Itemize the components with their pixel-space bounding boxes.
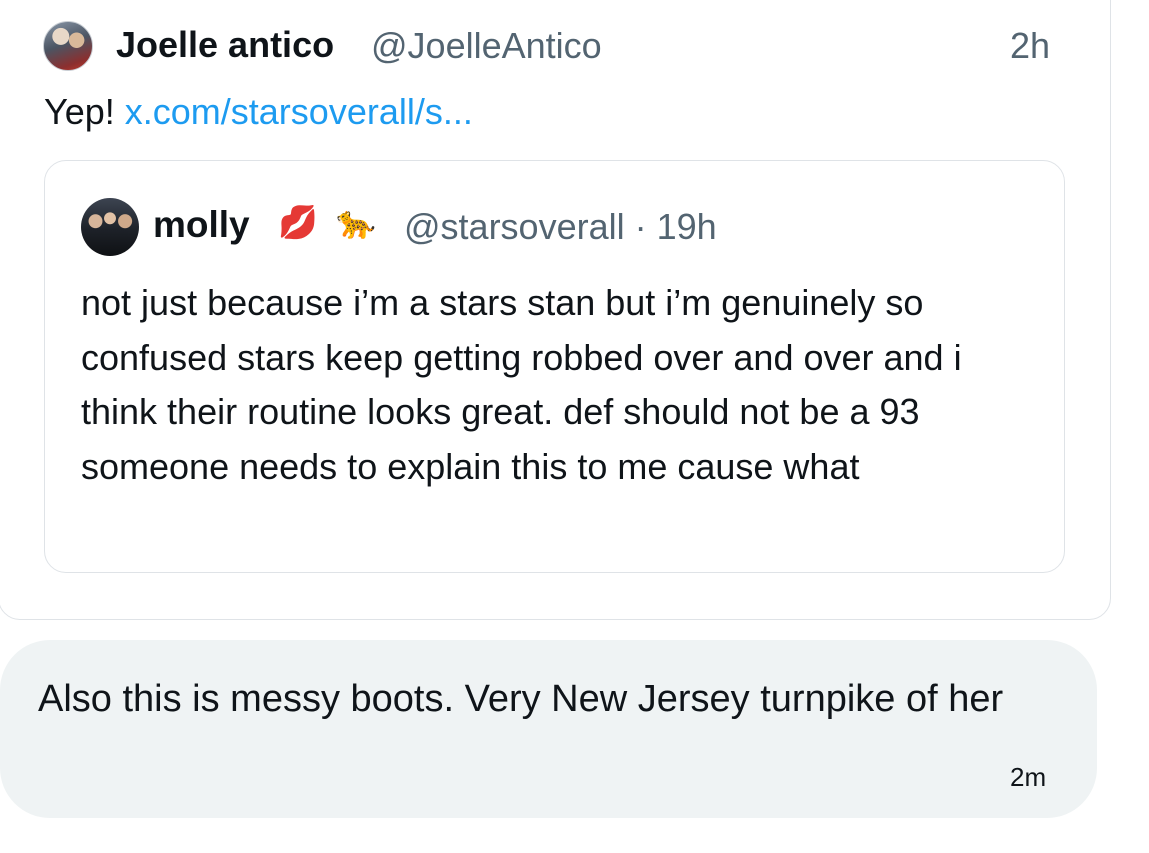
- message-timestamp: 2m: [1010, 762, 1047, 792]
- shared-post-author-handle[interactable]: @JoelleAntico: [371, 25, 602, 67]
- shared-post-author-name[interactable]: Joelle antico: [116, 24, 334, 66]
- message-text: Also this is messy boots. Very New Jerse…: [38, 678, 1004, 720]
- quoted-post-handle-time[interactable]: @starsoverall · 19h: [404, 206, 717, 248]
- shared-post-text: Yep! x.com/starsoverall/s...: [44, 91, 473, 133]
- dm-conversation: Joelle antico @JoelleAntico 2h Yep! x.co…: [0, 0, 1149, 853]
- quoted-post-author-name[interactable]: molly: [153, 204, 250, 246]
- molly-avatar[interactable]: [81, 198, 139, 256]
- quoted-post-text: not just because i’m a stars stan but i’…: [81, 282, 962, 487]
- kiss-mark-icon: 💋: [278, 203, 318, 241]
- shared-post-text-prefix: Yep!: [44, 91, 125, 132]
- joelle-avatar[interactable]: [43, 21, 93, 71]
- shared-post-link[interactable]: x.com/starsoverall/s...: [125, 91, 473, 132]
- leopard-icon: 🐆: [336, 203, 376, 241]
- shared-post-timestamp: 2h: [1010, 25, 1051, 66]
